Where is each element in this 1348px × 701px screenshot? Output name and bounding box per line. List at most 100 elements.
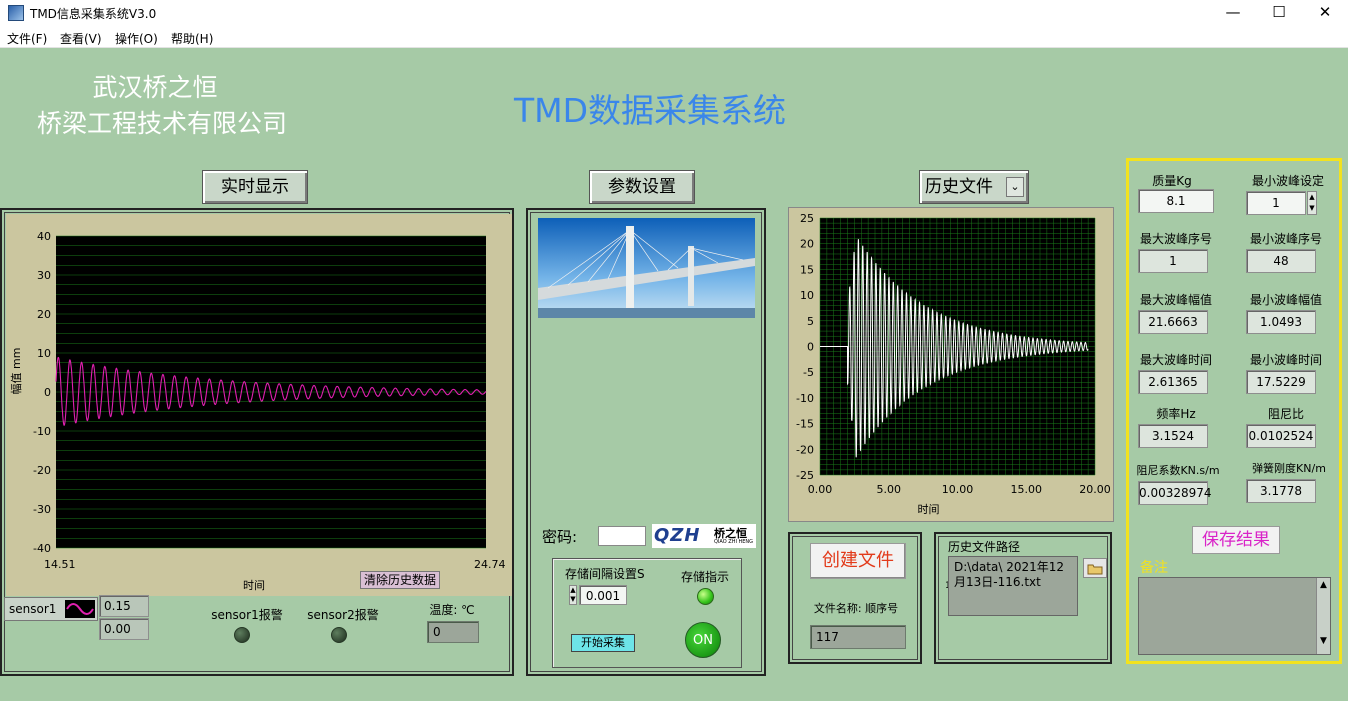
window-title: TMD信息采集系统V3.0	[30, 7, 157, 21]
sensor2-alarm-led	[331, 627, 347, 643]
remark-scrollbar[interactable]: ▲ ▼	[1316, 578, 1330, 654]
min-peak-set-label: 最小波峰设定	[1251, 174, 1324, 188]
history-path-panel: 历史文件路径 1 D:\data\ 2021年12月13日-116.txt	[934, 532, 1112, 664]
tab-params[interactable]: 参数设置	[589, 170, 695, 204]
min-peak-set-input[interactable]: 1	[1246, 191, 1306, 215]
frequency-value: 3.1524	[1138, 424, 1208, 448]
frequency-label: 频率Hz	[1156, 407, 1196, 421]
acquisition-group: 存储间隔设置S ▲ ▼ 0.001 存储指示 开始采集 ON	[552, 558, 742, 668]
menu-bar: 文件(F) 查看(V) 操作(O) 帮助(H)	[0, 27, 1348, 48]
history-y-tick: 5	[807, 315, 814, 328]
history-x-tick: 0.00	[808, 483, 833, 496]
stiffness-label: 弹簧刚度KN/m	[1252, 462, 1326, 475]
menu-file[interactable]: 文件(F)	[7, 30, 47, 47]
history-y-tick: -5	[803, 366, 814, 379]
history-x-tick: 5.00	[877, 483, 902, 496]
menu-help[interactable]: 帮助(H)	[171, 30, 213, 47]
min-peak-time-label: 最小波峰时间	[1249, 353, 1322, 367]
realtime-y-tick: 0	[44, 386, 51, 399]
password-label: 密码:	[542, 528, 578, 546]
params-panel: 密码: QZH 桥之恒 QIAO ZHI HENG 存储间隔设置S ▲ ▼ 0.0…	[526, 208, 766, 676]
mass-input[interactable]: 8.1	[1138, 189, 1214, 213]
menu-operate[interactable]: 操作(O)	[115, 30, 158, 47]
history-y-tick: -10	[796, 392, 814, 405]
start-acquisition-button[interactable]: 开始采集	[571, 634, 635, 652]
create-file-panel: 创建文件 文件名称: 顺序号 117	[788, 532, 922, 664]
temperature-label: 温度: ℃	[429, 603, 475, 617]
temperature-value: 0	[427, 621, 479, 643]
history-x-tick: 20.00	[1079, 483, 1111, 496]
interval-label: 存储间隔设置S	[565, 567, 645, 581]
max-peak-amp-label: 最大波峰幅值	[1139, 293, 1212, 307]
min-peak-amp-value: 1.0493	[1246, 310, 1316, 334]
maximize-button[interactable]: ☐	[1256, 0, 1302, 27]
company-name-line2: 桥梁工程技术有限公司	[36, 109, 287, 138]
realtime-x-tick-start: 14.51	[44, 558, 76, 571]
tab-realtime[interactable]: 实时显示	[202, 170, 308, 204]
realtime-y-axis-label: 幅值 mm	[10, 348, 23, 395]
sensor-legend: sensor1	[4, 597, 98, 621]
remark-textarea[interactable]: ▲ ▼	[1138, 577, 1331, 655]
company-name-line1: 武汉桥之恒	[92, 73, 218, 102]
history-path-label: 历史文件路径	[948, 540, 1021, 554]
history-x-tick: 15.00	[1011, 483, 1043, 496]
history-x-axis-label: 时间	[918, 503, 940, 516]
max-peak-amp-value: 21.6663	[1138, 310, 1208, 334]
history-chart: -25 -20 -15 -10 -5 0 5 10 15 20 25 0.00 5.00 10.00 15.…	[796, 212, 1111, 516]
title-bar: TMD信息采集系统V3.0 — ☐ ✕	[0, 0, 1348, 27]
store-indicator-label: 存储指示	[680, 570, 729, 584]
results-panel: 质量Kg 8.1 最小波峰设定 1 ▲ ▼ 最大波峰序号 1 最小波峰序号 48 …	[1126, 158, 1342, 664]
close-button[interactable]: ✕	[1302, 0, 1348, 27]
damping-ratio-label: 阻尼比	[1267, 407, 1304, 421]
min-peak-no-value: 48	[1246, 249, 1316, 273]
sensor2-alarm-label: sensor2报警	[307, 608, 379, 622]
interval-stepper[interactable]: ▲ ▼	[569, 585, 577, 605]
realtime-y-tick: 40	[37, 230, 51, 243]
save-results-button[interactable]: 保存结果	[1192, 526, 1280, 554]
history-y-tick: -15	[796, 418, 814, 431]
realtime-chart: -40 -30 -20 -10 0 10 20 30 40 幅值 mm 14.51 24.74 时间	[10, 230, 506, 592]
max-peak-time-value: 2.61365	[1138, 370, 1208, 394]
history-path-field[interactable]: D:\data\ 2021年12月13日-116.txt	[948, 556, 1078, 616]
sensor1-alarm-label: sensor1报警	[211, 608, 283, 622]
realtime-y-tick: -10	[33, 425, 51, 438]
tab-history[interactable]: 历史文件 ⌄	[919, 170, 1029, 204]
max-peak-no-value: 1	[1138, 249, 1208, 273]
max-peak-time-label: 最大波峰时间	[1139, 353, 1212, 367]
sine-wave-icon	[65, 600, 95, 618]
sensor-value-2: 0.00	[99, 618, 149, 640]
app-icon	[8, 5, 24, 21]
tab-history-label: 历史文件	[925, 177, 993, 197]
realtime-panel: -40 -30 -20 -10 0 10 20 30 40 幅值 mm 14.51 24.74 时间 清…	[0, 208, 514, 676]
interval-input[interactable]: 0.001	[579, 585, 627, 605]
menu-view[interactable]: 查看(V)	[60, 30, 102, 47]
min-peak-set-stepper[interactable]: ▲ ▼	[1307, 191, 1317, 215]
realtime-y-tick: 10	[37, 347, 51, 360]
mass-label: 质量Kg	[1152, 174, 1192, 188]
remark-label: 备注	[1140, 560, 1168, 576]
realtime-y-tick: -40	[33, 542, 51, 555]
chevron-down-icon[interactable]: ⌄	[1006, 177, 1024, 197]
password-input[interactable]	[598, 526, 646, 546]
bridge-image	[538, 218, 755, 318]
history-y-tick: 20	[800, 238, 814, 251]
on-toggle-button[interactable]: ON	[685, 622, 721, 658]
create-file-button[interactable]: 创建文件	[810, 543, 906, 579]
sensor1-alarm-led	[234, 627, 250, 643]
page-title: TMD数据采集系统	[513, 91, 787, 130]
realtime-y-tick: -30	[33, 503, 51, 516]
clear-history-button[interactable]: 清除历史数据	[360, 571, 440, 589]
history-y-tick: -20	[796, 443, 814, 456]
history-chart-frame: -25 -20 -15 -10 -5 0 5 10 15 20 25 0.00 5.00 10.00 15.…	[788, 207, 1114, 522]
folder-browse-button[interactable]	[1083, 558, 1107, 578]
damping-coef-label: 阻尼系数KN.s/m	[1136, 464, 1220, 477]
qzh-logo: QZH 桥之恒 QIAO ZHI HENG	[652, 524, 756, 548]
sensor-name: sensor1	[9, 602, 57, 616]
history-y-tick: -25	[796, 469, 814, 482]
folder-icon	[1087, 564, 1103, 575]
minimize-button[interactable]: —	[1210, 0, 1256, 27]
min-peak-amp-label: 最小波峰幅值	[1249, 293, 1322, 307]
realtime-chart-frame: -40 -30 -20 -10 0 10 20 30 40 幅值 mm 14.51 24.74 时间	[6, 214, 512, 596]
realtime-x-axis-label: 时间	[243, 579, 265, 592]
realtime-x-tick-end: 24.74	[474, 558, 506, 571]
